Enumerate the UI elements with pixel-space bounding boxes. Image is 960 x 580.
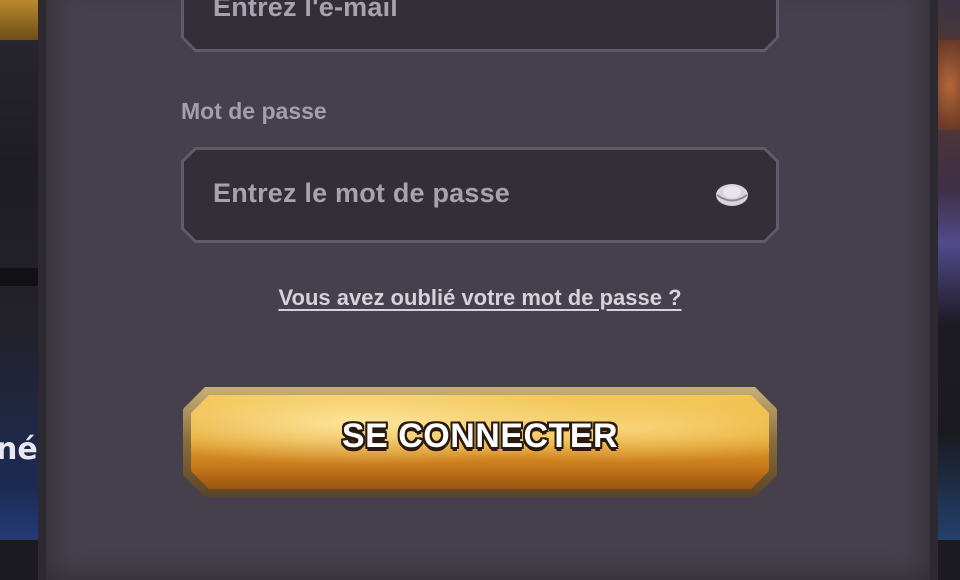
email-field-placeholder: Entrez l'e-mail	[213, 0, 398, 22]
background-divider	[0, 268, 40, 286]
forgot-password-link[interactable]: Vous avez oublié votre mot de passe ?	[0, 285, 960, 311]
password-field-placeholder: Entrez le mot de passe	[213, 178, 510, 208]
login-button[interactable]: SE CONNECTER	[183, 387, 777, 497]
eye-icon[interactable]	[714, 180, 750, 210]
background-decoration	[0, 0, 40, 40]
login-button-label: SE CONNECTER	[341, 417, 619, 455]
password-label: Mot de passe	[181, 98, 327, 124]
background-edge-text: né	[0, 432, 38, 467]
